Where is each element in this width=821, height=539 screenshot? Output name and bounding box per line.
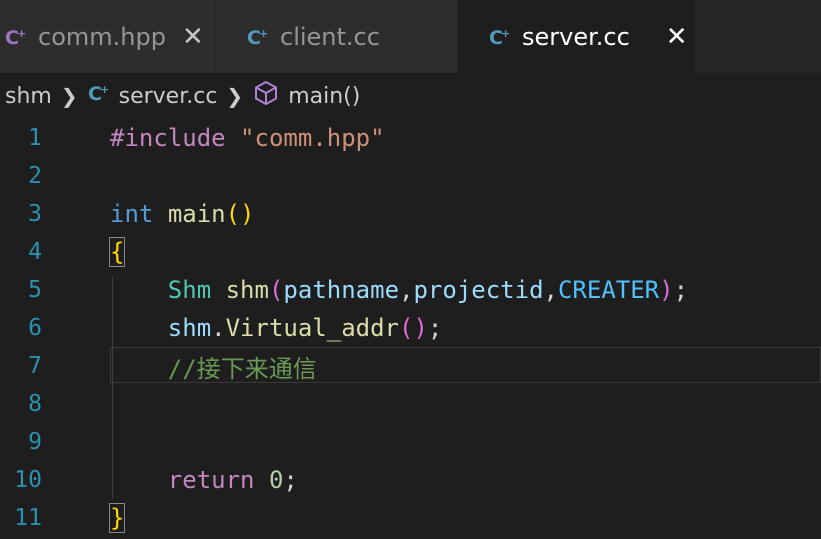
svg-text:+: + xyxy=(100,83,109,96)
token-string: "comm.hpp" xyxy=(240,124,385,152)
token-semicolon: ; xyxy=(673,276,689,304)
token-keyword: int xyxy=(110,200,154,228)
token-variable: pathname xyxy=(283,276,400,304)
line-number: 8 xyxy=(28,391,42,417)
cpp-file-icon: C + xyxy=(488,25,512,49)
token-paren: () xyxy=(225,200,255,228)
code-line: 1 #include "comm.hpp" xyxy=(0,119,821,157)
code-line: 6 shm.Virtual_addr(); xyxy=(0,309,821,347)
chevron-right-icon: ❯ xyxy=(226,84,244,108)
token-paren: () xyxy=(399,314,428,342)
token-comma: , xyxy=(399,276,414,304)
token-function: main xyxy=(167,200,226,228)
breadcrumb-file[interactable]: C + server.cc xyxy=(87,81,218,111)
token-comment: //接下来通信 xyxy=(167,354,317,383)
token-function: shm xyxy=(225,276,269,304)
token-brace: } xyxy=(108,503,126,533)
token-paren: ( xyxy=(268,276,284,304)
tab-bar: C + comm.hpp ✕ C + client.cc C + server.cc … xyxy=(0,0,821,73)
token-number: 0 xyxy=(268,466,284,494)
line-number: 10 xyxy=(14,467,42,493)
code-line: 4 { xyxy=(0,233,821,271)
tab-server-cc[interactable]: C + server.cc ✕ xyxy=(458,0,696,73)
token-variable: projectid xyxy=(413,276,544,304)
line-number: 3 xyxy=(28,201,42,227)
tab-bar-empty xyxy=(696,0,821,73)
tab-comm-hpp[interactable]: C + comm.hpp ✕ xyxy=(0,0,216,73)
code-line-current: 7 //接下来通信 xyxy=(0,347,821,385)
token-type: Shm xyxy=(167,276,212,304)
tab-client-cc[interactable]: C + client.cc xyxy=(216,0,458,73)
token-variable: shm xyxy=(167,314,212,342)
line-number: 7 xyxy=(28,353,42,379)
token-constant: CREATER xyxy=(557,276,660,304)
token-function: Virtual_addr xyxy=(225,314,399,342)
code-line: 9 xyxy=(0,423,821,461)
tab-label: server.cc xyxy=(522,22,630,51)
code-line: 8 xyxy=(0,385,821,423)
breadcrumb: shm ❯ C + server.cc ❯ main() xyxy=(0,73,821,119)
line-number: 9 xyxy=(28,429,42,455)
breadcrumb-symbol[interactable]: main() xyxy=(252,79,360,113)
breadcrumb-symbol-label: main() xyxy=(288,83,361,109)
svg-text:+: + xyxy=(501,27,510,40)
cpp-file-icon: C + xyxy=(4,25,28,49)
chevron-right-icon: ❯ xyxy=(60,84,78,108)
token-brace: { xyxy=(108,237,126,267)
close-icon[interactable]: ✕ xyxy=(182,22,204,52)
tab-label: comm.hpp xyxy=(38,22,166,51)
code-line: 3 int main() xyxy=(0,195,821,233)
svg-text:+: + xyxy=(17,27,26,40)
code-line: 2 xyxy=(0,157,821,195)
code-editor[interactable]: 1 #include "comm.hpp" 2 3 int main() 4 {… xyxy=(0,119,821,539)
cpp-file-icon: C + xyxy=(246,25,270,49)
line-number: 1 xyxy=(28,125,42,151)
line-number: 5 xyxy=(28,277,42,303)
close-icon[interactable]: ✕ xyxy=(666,22,688,52)
breadcrumb-folder[interactable]: shm xyxy=(5,84,52,109)
breadcrumb-file-label: server.cc xyxy=(118,83,218,109)
token-comma: , xyxy=(543,276,558,304)
line-number: 6 xyxy=(28,315,42,341)
token-keyword: return xyxy=(167,466,255,494)
code-line: 5 Shm shm(pathname,projectid,CREATER); xyxy=(0,271,821,309)
line-number: 2 xyxy=(28,163,42,189)
code-line: 10 return 0; xyxy=(0,461,821,499)
token-dot: . xyxy=(211,314,226,342)
token-semicolon: ; xyxy=(283,466,298,494)
svg-text:+: + xyxy=(259,27,268,40)
token-directive: #include xyxy=(110,124,241,152)
cpp-file-icon: C + xyxy=(87,81,111,111)
token-paren: ) xyxy=(659,276,674,304)
cube-icon xyxy=(252,79,280,113)
line-number: 11 xyxy=(14,505,42,531)
line-number: 4 xyxy=(28,239,42,265)
tab-label: client.cc xyxy=(280,22,380,51)
code-line: 11 } xyxy=(0,499,821,537)
token-semicolon: ; xyxy=(427,314,443,342)
